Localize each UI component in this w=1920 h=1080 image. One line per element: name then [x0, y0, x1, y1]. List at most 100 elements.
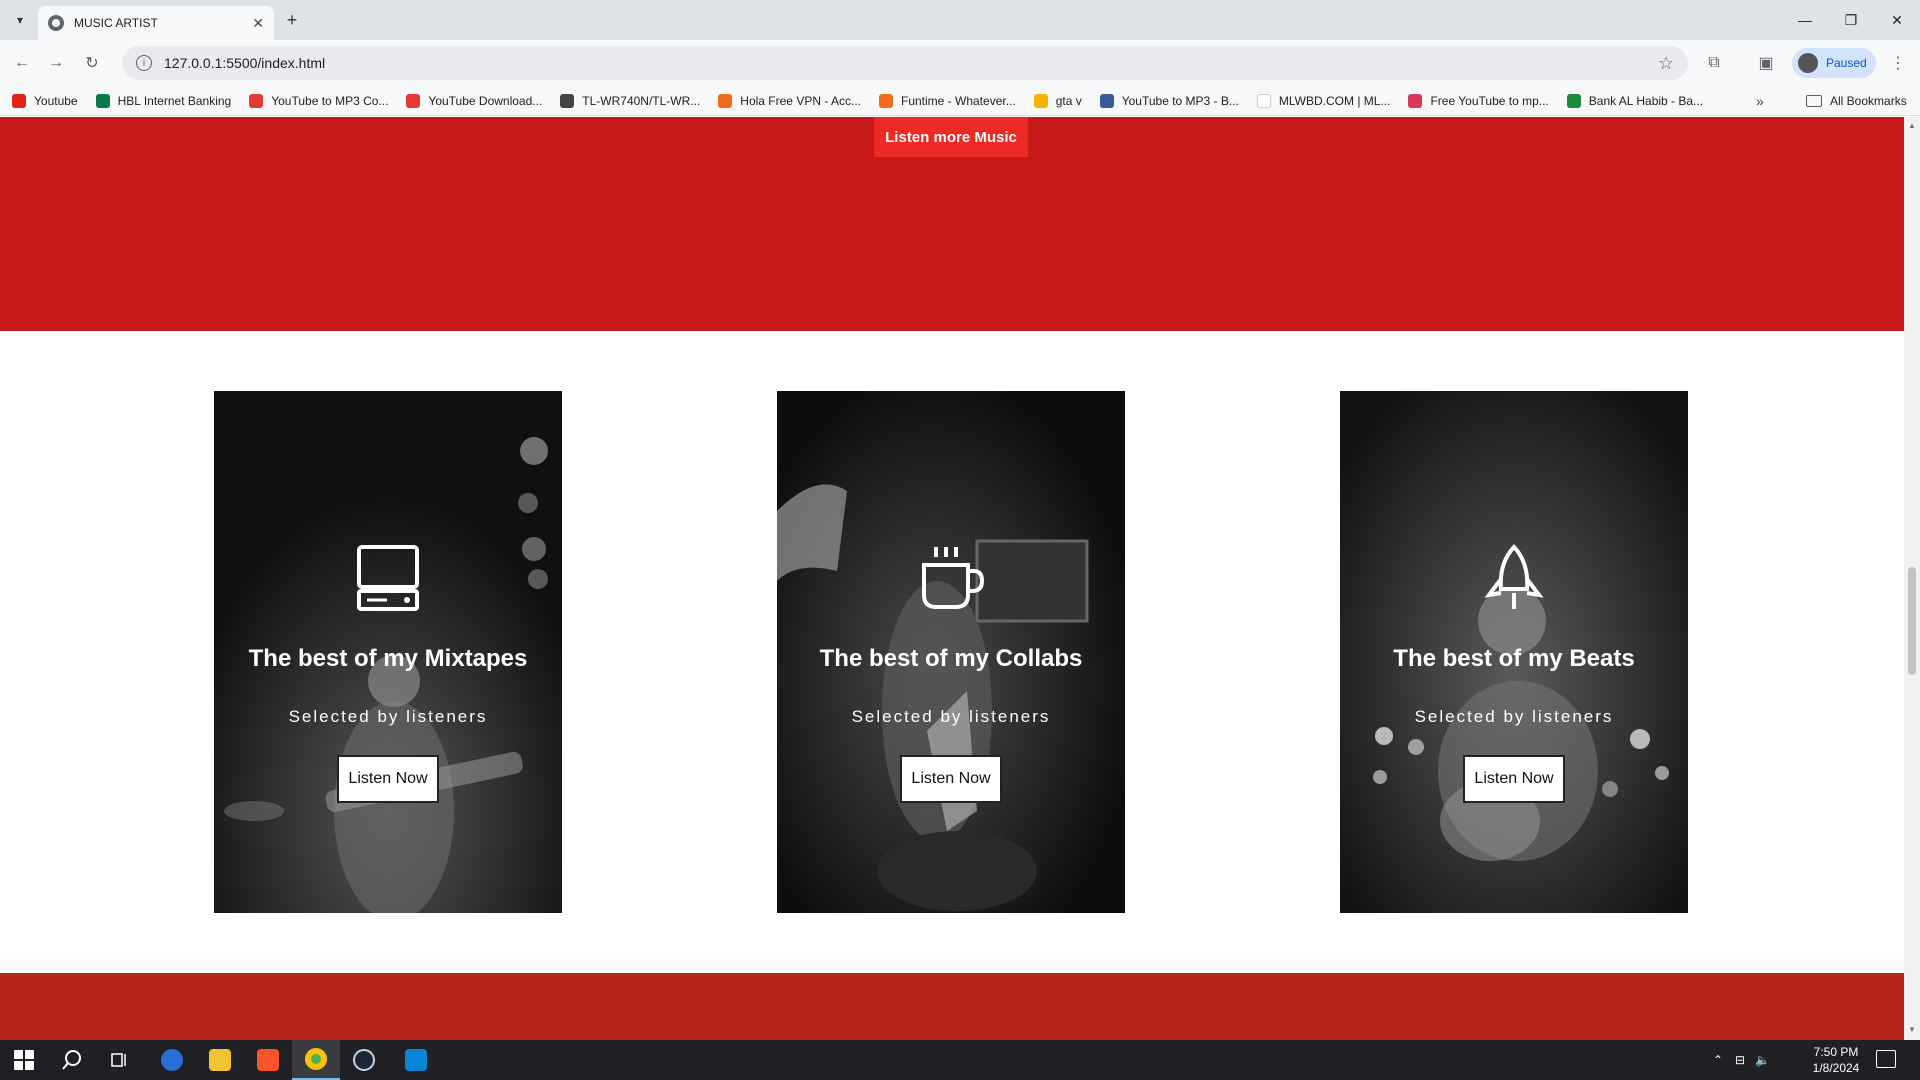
chrome-icon[interactable] — [292, 1040, 340, 1080]
bookmark-label: gta v — [1055, 93, 1082, 108]
extensions-icon[interactable]: ⧉ — [1702, 51, 1726, 75]
card-title: The best of my Beats — [1393, 645, 1635, 672]
side-panel-icon[interactable]: ▣ — [1754, 51, 1778, 75]
bookmark-item[interactable]: TL-WR740N/TL-WR... — [560, 93, 701, 108]
bookmark-item[interactable]: YouTube to MP3 Co... — [249, 93, 389, 108]
bookmark-label: YouTube to MP3 Co... — [271, 93, 389, 108]
scrollbar-thumb[interactable] — [1908, 567, 1916, 675]
bookmark-item[interactable]: Youtube — [12, 93, 78, 108]
listen-more-button[interactable]: Listen more Music — [874, 117, 1028, 157]
listen-now-button[interactable]: Listen Now — [337, 755, 439, 803]
tab-search-chevron-icon[interactable]: ▾ — [8, 8, 32, 32]
bookmark-favicon-icon — [718, 93, 733, 108]
profile-button[interactable]: Paused — [1792, 48, 1876, 78]
bookmark-label: Free YouTube to mp... — [1430, 93, 1549, 108]
bookmark-item[interactable]: MLWBD.COM | ML... — [1256, 93, 1390, 108]
bookmark-favicon-icon — [1256, 93, 1271, 108]
avatar — [1798, 53, 1818, 73]
windows-taskbar: ⌃ ⊟ 🔈 7:50 PM 1/8/2024 — [0, 1040, 1920, 1080]
bookmark-favicon-icon — [406, 93, 421, 108]
bookmark-favicon-icon — [879, 93, 893, 108]
card-subtitle: Selected by listeners — [1414, 707, 1614, 726]
minimize-icon[interactable]: — — [1782, 0, 1828, 40]
scroll-up-icon[interactable]: ▲ — [1908, 121, 1916, 130]
clock-date: 1/8/2024 — [1812, 1061, 1860, 1075]
address-bar[interactable]: i 127.0.0.1:5500/index.html ☆ — [122, 46, 1688, 80]
start-windows-icon[interactable] — [0, 1040, 48, 1080]
bookmark-favicon-icon — [1099, 93, 1114, 108]
system-tray: ⌃ ⊟ 🔈 — [1713, 1040, 1770, 1080]
bookmark-item[interactable]: HBL Internet Banking — [95, 93, 232, 108]
all-bookmarks-label: All Bookmarks — [1830, 94, 1907, 108]
window-controls: — ❐ ✕ — [1782, 0, 1920, 40]
back-icon[interactable]: ← — [10, 51, 34, 75]
bookmark-label: YouTube Download... — [428, 93, 543, 108]
listen-now-button[interactable]: Listen Now — [1463, 755, 1565, 803]
reload-icon[interactable]: ↻ — [80, 51, 104, 75]
bookmark-item[interactable]: gta v — [1033, 93, 1082, 108]
bookmark-label: HBL Internet Banking — [117, 93, 232, 108]
coffee-cup-icon — [922, 547, 985, 609]
all-bookmarks-button[interactable]: All Bookmarks — [1806, 86, 1907, 116]
bookmark-star-icon[interactable]: ☆ — [1658, 53, 1674, 74]
browser-toolbar: ← → ↻ i 127.0.0.1:5500/index.html ☆ ⧉ ▣ … — [0, 40, 1920, 86]
bookmark-label: Funtime - Whatever... — [901, 93, 1016, 108]
tab-music-artist[interactable]: MUSIC ARTIST ✕ — [38, 6, 274, 40]
close-window-icon[interactable]: ✕ — [1874, 0, 1920, 40]
bookmark-item[interactable]: Free YouTube to mp... — [1408, 93, 1549, 108]
clock-time: 7:50 PM — [1813, 1045, 1859, 1059]
bookmark-item[interactable]: Hola Free VPN - Acc... — [718, 93, 861, 108]
bookmark-favicon-icon — [12, 93, 26, 108]
bookmark-label: YouTube to MP3 - B... — [1121, 93, 1239, 108]
bookmark-label: Bank AL Habib - Ba... — [1588, 93, 1704, 108]
listen-now-button[interactable]: Listen Now — [900, 755, 1002, 803]
scroll-down-icon[interactable]: ▼ — [1908, 1025, 1916, 1034]
bookmark-favicon-icon — [560, 93, 575, 108]
bookmark-favicon-icon — [1033, 93, 1048, 108]
steam-icon[interactable] — [340, 1040, 388, 1080]
bookmark-item[interactable]: Bank AL Habib - Ba... — [1566, 93, 1704, 108]
notifications-icon[interactable] — [1876, 1050, 1896, 1068]
restore-icon[interactable]: ❐ — [1828, 0, 1874, 40]
url-text[interactable]: 127.0.0.1:5500/index.html — [164, 55, 1658, 71]
card-title: The best of my Mixtapes — [248, 645, 528, 672]
bookmark-favicon-icon — [95, 93, 110, 108]
bookmark-item[interactable]: YouTube to MP3 - B... — [1099, 93, 1239, 108]
card-mixtapes: The best of my Mixtapes Selected by list… — [214, 391, 562, 913]
site-info-icon[interactable]: i — [136, 55, 152, 71]
card-subtitle: Selected by listeners — [851, 707, 1051, 726]
taskbar-clock[interactable]: 7:50 PM 1/8/2024 — [1804, 1044, 1868, 1076]
card-beats: The best of my Beats Selected by listene… — [1340, 391, 1688, 913]
tab-title: MUSIC ARTIST — [74, 16, 158, 30]
bookmark-item[interactable]: Funtime - Whatever... — [879, 93, 1016, 108]
globe-icon — [48, 15, 64, 31]
network-icon[interactable]: ⊟ — [1735, 1053, 1745, 1067]
footer-section — [0, 973, 1904, 1040]
bookmarks-bar: Youtube HBL Internet Banking YouTube to MP… — [0, 86, 1920, 116]
forward-icon[interactable]: → — [44, 51, 68, 75]
volume-icon[interactable]: 🔈 — [1755, 1053, 1770, 1067]
rocket-icon — [1484, 544, 1544, 609]
page-scrollbar[interactable]: ▲ ▼ — [1904, 117, 1920, 1040]
bookmark-label: Hola Free VPN - Acc... — [740, 93, 861, 108]
search-icon[interactable] — [48, 1040, 96, 1080]
profile-status: Paused — [1826, 56, 1867, 70]
bookmark-favicon-icon — [1566, 93, 1581, 108]
file-explorer-icon[interactable] — [196, 1040, 244, 1080]
card-title: The best of my Collabs — [819, 645, 1083, 672]
close-tab-icon[interactable]: ✕ — [252, 15, 264, 32]
bookmark-favicon-icon — [249, 93, 264, 108]
card-collabs: The best of my Collabs Selected by liste… — [777, 391, 1125, 913]
page-viewport: Listen more Music The best of my Mixtape… — [0, 117, 1904, 1040]
vscode-icon[interactable] — [392, 1040, 440, 1080]
folder-icon — [1806, 95, 1822, 107]
bookmark-item[interactable]: YouTube Download... — [406, 93, 543, 108]
new-tab-button[interactable]: + — [280, 8, 304, 32]
brave-browser-icon[interactable] — [244, 1040, 292, 1080]
cortana-icon[interactable] — [148, 1040, 196, 1080]
task-view-icon[interactable] — [96, 1040, 144, 1080]
bookmark-label: TL-WR740N/TL-WR... — [582, 93, 701, 108]
tray-chevron-up-icon[interactable]: ⌃ — [1713, 1053, 1723, 1067]
menu-kebab-icon[interactable]: ⋮ — [1886, 51, 1910, 75]
bookmarks-overflow-icon[interactable]: » — [1756, 93, 1764, 109]
